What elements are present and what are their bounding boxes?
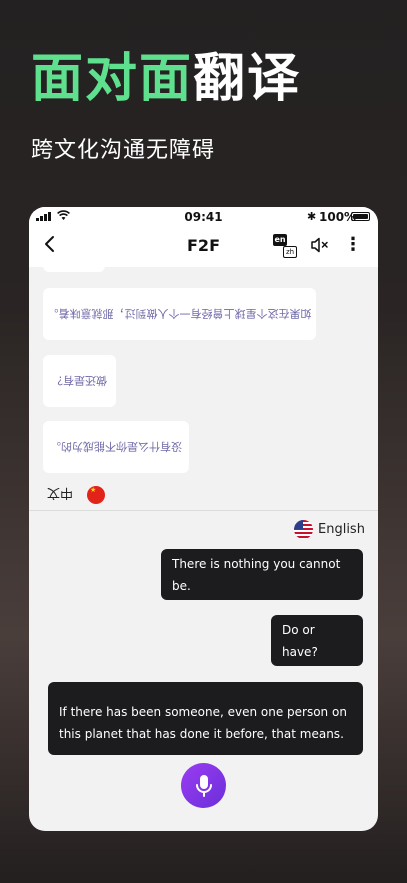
divider	[29, 510, 378, 511]
battery-icon	[351, 212, 370, 221]
self-language-label: English	[318, 522, 365, 537]
lang-from-badge: en	[273, 234, 287, 246]
self-message: If there has been someone, even one pers…	[48, 682, 363, 755]
partner-message: 没有什么是你不能成为的。	[43, 421, 189, 473]
self-message: Do or have?	[271, 615, 363, 666]
partner-conversation: 如果在这个星球上曾经有一个人做到过，那就意味着。 做还是有？ 没有什么是你不能成…	[29, 267, 378, 510]
bluetooth-icon: ✱	[307, 210, 317, 223]
partner-message-partial	[43, 267, 105, 272]
us-flag-icon	[294, 520, 313, 539]
headline-accent: 面对面	[31, 49, 194, 109]
microphone-icon	[195, 774, 212, 797]
headline-plain: 翻译	[193, 49, 302, 109]
partner-message: 如果在这个星球上曾经有一个人做到过，那就意味着。	[43, 288, 316, 340]
microphone-button[interactable]	[181, 763, 226, 808]
phone-screen: 09:41 ✱ 100% F2F en zh ⋮ 如果在这个星球上曾经有一个人做…	[29, 207, 378, 831]
partner-message: 做还是有？	[43, 355, 116, 407]
self-language-selector[interactable]: English	[294, 520, 365, 539]
subheadline: 跨文化沟通无障碍	[31, 138, 216, 163]
partner-language-selector[interactable]: 中文	[47, 485, 106, 504]
more-options-icon[interactable]: ⋮	[344, 234, 362, 255]
china-flag-icon	[87, 485, 106, 504]
status-bar: 09:41 ✱ 100%	[29, 207, 378, 226]
lang-to-badge: zh	[283, 246, 297, 258]
nav-bar: F2F en zh ⋮	[29, 226, 378, 267]
partner-language-label: 中文	[47, 485, 74, 500]
headline: 面对面翻译	[31, 47, 301, 111]
speaker-mute-icon[interactable]	[310, 236, 330, 254]
self-message: There is nothing you cannot be.	[161, 549, 363, 600]
language-swap-icon[interactable]: en zh	[273, 234, 297, 258]
